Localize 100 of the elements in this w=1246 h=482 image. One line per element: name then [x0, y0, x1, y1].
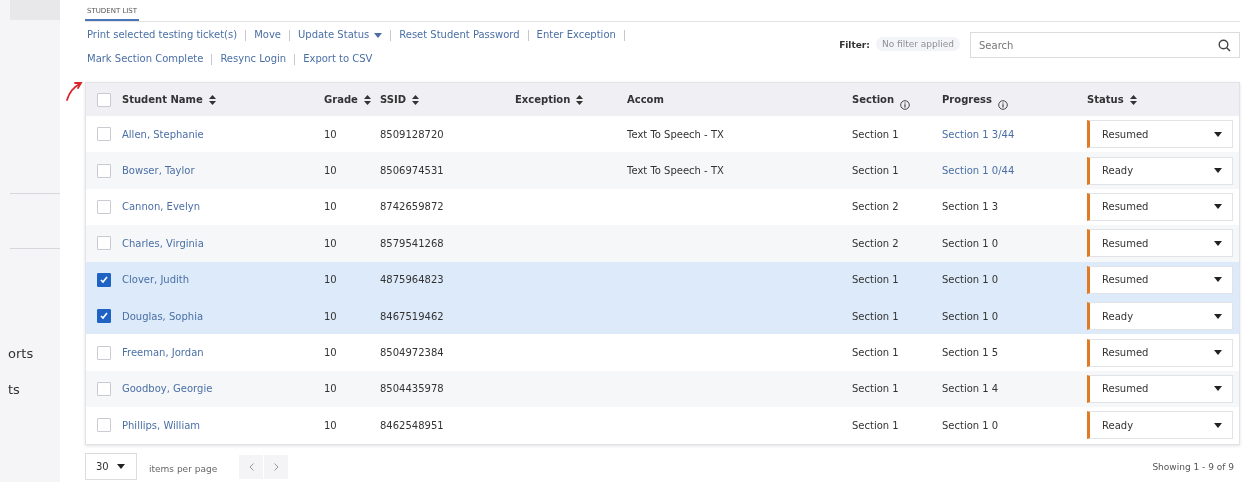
column-header[interactable]: Status — [1087, 94, 1124, 105]
table-cell: 8467519462 — [380, 310, 444, 322]
action-link[interactable]: Reset Student Password — [399, 27, 520, 43]
status-dropdown[interactable]: Resumed — [1087, 338, 1233, 367]
status-dropdown[interactable]: Resumed — [1087, 374, 1233, 403]
caret-icon — [1214, 204, 1222, 210]
table-cell: 10 — [324, 419, 337, 431]
student-name-link[interactable]: Bowser, Taylor — [122, 165, 195, 177]
info-icon[interactable] — [900, 99, 911, 110]
table-cell: Section 1 0 — [942, 274, 999, 286]
table-cell: Section 2 — [852, 237, 899, 249]
table-cell: Section 1 0 — [942, 237, 999, 249]
sort-icon[interactable] — [412, 94, 419, 105]
table-cell: 8462548951 — [380, 419, 444, 431]
table-cell: Text To Speech - TX — [627, 165, 724, 177]
table-cell: 10 — [324, 310, 337, 322]
table-cell: 8742659872 — [380, 201, 444, 213]
sidebar-item[interactable]: orts — [8, 344, 34, 363]
caret-icon — [1214, 277, 1222, 283]
sidebar-item[interactable]: ts — [8, 380, 34, 399]
caret-icon — [1214, 422, 1222, 428]
action-link[interactable]: Mark Section Complete — [87, 51, 204, 67]
previous-page-button[interactable] — [239, 454, 264, 479]
caret-icon — [1214, 168, 1222, 174]
status-dropdown[interactable]: Resumed — [1087, 229, 1233, 258]
caret-icon — [1214, 386, 1222, 392]
status-dropdown[interactable]: Ready — [1087, 156, 1233, 185]
table-cell: 10 — [324, 165, 337, 177]
page-size-dropdown[interactable]: 30 — [85, 453, 137, 480]
column-header[interactable]: Student Name — [122, 94, 203, 105]
info-icon[interactable] — [997, 99, 1008, 110]
action-link[interactable]: Print selected testing ticket(s) — [87, 27, 238, 43]
table-cell: 4875964823 — [380, 274, 444, 286]
table-cell: 8579541268 — [380, 237, 444, 249]
student-name-link[interactable]: Freeman, Jordan — [122, 347, 204, 359]
items-per-page-label: items per page — [149, 462, 218, 474]
caret-icon — [1214, 313, 1222, 319]
table-cell: Section 1 0 — [942, 310, 999, 322]
table-cell: Section 1 — [852, 274, 899, 286]
sort-icon[interactable] — [1129, 94, 1137, 105]
table-cell: 10 — [324, 237, 337, 249]
filter-label: Filter: — [839, 39, 870, 50]
status-dropdown[interactable]: Resumed — [1087, 120, 1233, 149]
action-link[interactable]: Resync Login — [220, 51, 287, 67]
table-cell: Section 1 4 — [942, 383, 999, 395]
table-cell: 8509128720 — [380, 128, 444, 140]
select-all-checkbox[interactable] — [97, 92, 111, 107]
student-name-link[interactable]: Charles, Virginia — [122, 237, 204, 249]
action-link[interactable]: Update Status — [297, 27, 383, 43]
table-cell: 10 — [324, 274, 337, 286]
column-header: Progress — [942, 94, 992, 105]
caret-icon — [116, 464, 125, 469]
filter-value[interactable]: No filter applied — [875, 37, 960, 51]
progress-link[interactable]: Section 1 0/44 — [942, 165, 1015, 177]
sort-icon[interactable] — [576, 94, 584, 105]
student-name-link[interactable]: Goodboy, Georgie — [122, 383, 213, 395]
action-link[interactable]: Export to CSV — [303, 51, 373, 67]
progress-link[interactable]: Section 1 3/44 — [942, 128, 1015, 140]
column-header[interactable]: SSID — [380, 94, 406, 105]
next-page-button[interactable] — [264, 454, 289, 479]
status-dropdown[interactable]: Ready — [1087, 302, 1233, 331]
status-dropdown[interactable]: Resumed — [1087, 265, 1233, 294]
action-link[interactable]: Move — [254, 27, 281, 43]
table-cell: 8504435978 — [380, 383, 444, 395]
student-name-link[interactable]: Cannon, Evelyn — [122, 201, 201, 213]
table-cell: Section 1 — [852, 128, 899, 140]
table-cell: 10 — [324, 201, 337, 213]
table-cell: Section 1 — [852, 419, 899, 431]
chevron-right-icon — [273, 462, 279, 471]
table-cell: Section 1 — [852, 165, 899, 177]
sort-icon[interactable] — [208, 94, 216, 105]
table-cell: 10 — [324, 383, 337, 395]
caret-icon — [1214, 350, 1222, 356]
table-cell: 8506974531 — [380, 165, 444, 177]
caret-icon — [1214, 240, 1222, 246]
student-name-link[interactable]: Douglas, Sophia — [122, 310, 204, 322]
student-name-link[interactable]: Allen, Stephanie — [122, 128, 204, 140]
column-header[interactable]: Grade — [324, 94, 358, 105]
status-dropdown[interactable]: Resumed — [1087, 192, 1233, 221]
row-checkbox[interactable] — [97, 309, 111, 324]
search-icon — [1218, 39, 1231, 52]
table-cell: Section 2 — [852, 201, 899, 213]
column-header: Accom — [627, 94, 664, 105]
sort-icon[interactable] — [363, 94, 371, 105]
table-cell: Text To Speech - TX — [627, 128, 724, 140]
student-name-link[interactable]: Clover, Judith — [122, 274, 190, 286]
table-cell: Section 1 3 — [942, 201, 999, 213]
action-link[interactable]: Enter Exception — [536, 27, 616, 43]
caret-icon — [374, 32, 383, 38]
chevron-left-icon — [248, 462, 254, 471]
search-field[interactable]: Search — [970, 32, 1240, 58]
row-checkbox[interactable] — [97, 272, 111, 287]
table-cell: Section 1 — [852, 383, 899, 395]
table-cell: Section 1 0 — [942, 419, 999, 431]
column-header: Section — [852, 94, 895, 105]
column-header[interactable]: Exception — [515, 94, 571, 105]
caret-icon — [1214, 131, 1222, 137]
status-dropdown[interactable]: Ready — [1087, 411, 1233, 440]
table-cell: Section 1 — [852, 310, 899, 322]
student-name-link[interactable]: Phillips, William — [122, 419, 201, 431]
